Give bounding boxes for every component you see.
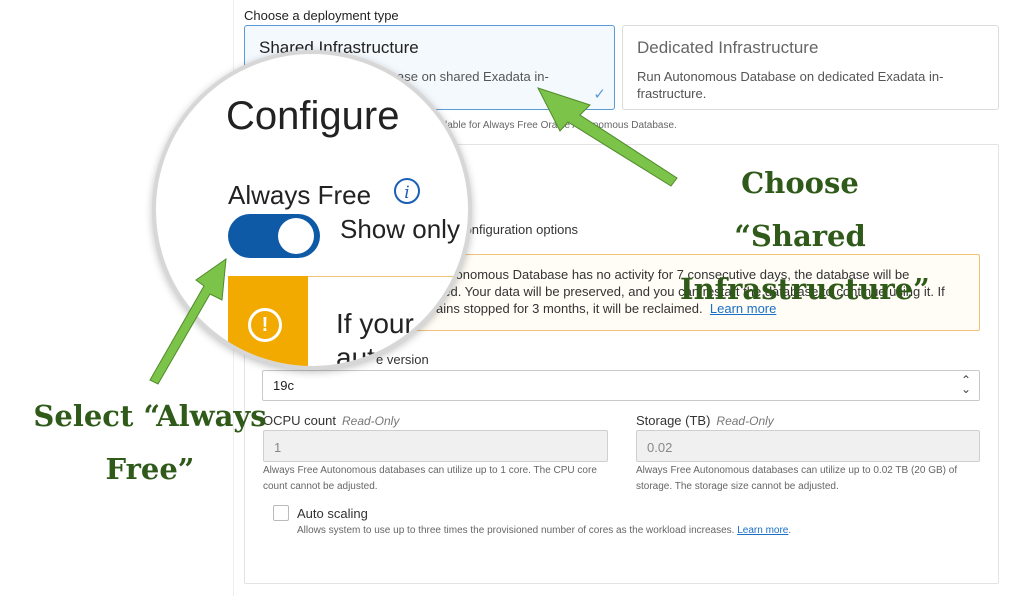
arrow-to-always-free-toggle: [149, 257, 227, 385]
choose-shared-infrastructure-annotation: Choose “Shared Infrastructure”: [680, 166, 930, 306]
arrow-to-shared-infrastructure: [537, 87, 678, 187]
select-always-free-annotation: Select “Always Free”: [33, 399, 267, 486]
